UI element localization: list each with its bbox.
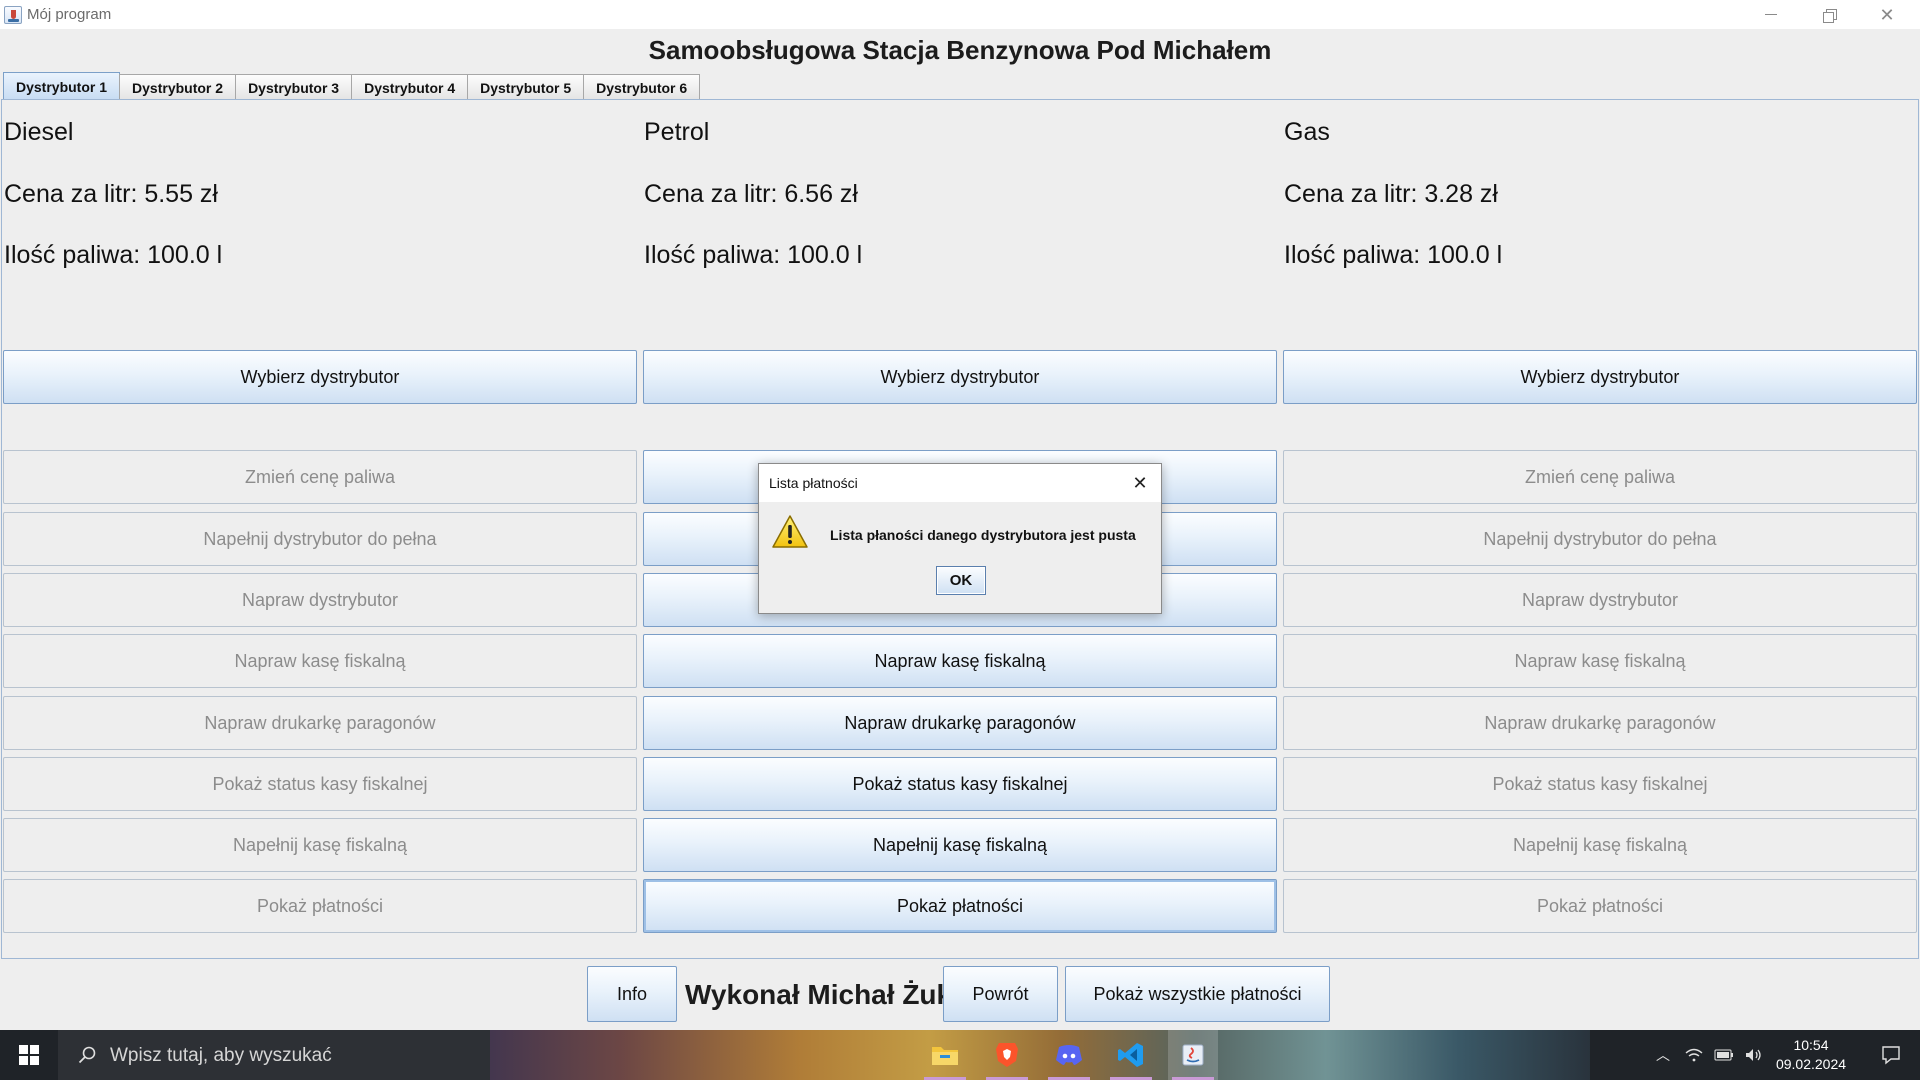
back-button[interactable]: Powrót <box>943 966 1058 1022</box>
fuel-price: Cena za litr: 5.55 zł <box>4 180 218 208</box>
tab-dystrybutor-5[interactable]: Dystrybutor 5 <box>467 74 585 100</box>
payments-dialog: Lista płatności ✕ Lista płaności danego … <box>758 463 1162 614</box>
clock-time: 10:54 <box>1793 1037 1829 1053</box>
restore-icon <box>1823 8 1837 23</box>
taskbar-clock[interactable]: 10:54 09.02.2024 <box>1766 1036 1856 1074</box>
repair-distributor-button[interactable]: Napraw dystrybutor <box>1283 573 1917 627</box>
fuel-name: Petrol <box>644 118 710 146</box>
windows-logo-icon <box>19 1045 39 1065</box>
fuel-column-diesel: Diesel Cena za litr: 5.55 zł Ilość paliw… <box>3 100 637 960</box>
select-distributor-button[interactable]: Wybierz dystrybutor <box>3 350 637 404</box>
minimize-button[interactable] <box>1742 0 1800 29</box>
window-titlebar: Mój program ✕ <box>0 0 1920 29</box>
window-title: Mój program <box>27 6 112 23</box>
clock-date: 09.02.2024 <box>1775 1056 1847 1072</box>
refill-register-button[interactable]: Napełnij kasę fiskalną <box>1283 818 1917 872</box>
fuel-amount: Ilość paliwa: 100.0 l <box>4 241 223 269</box>
author-label: Wykonał Michał Żuk <box>685 979 953 1010</box>
change-price-button[interactable]: Zmień cenę paliwa <box>1283 450 1917 504</box>
taskbar-search[interactable]: Wpisz tutaj, aby wyszukać <box>58 1030 490 1080</box>
java-icon[interactable] <box>1168 1030 1218 1080</box>
start-button[interactable] <box>0 1030 58 1080</box>
taskbar-wallpaper <box>490 1030 1590 1080</box>
show-payments-button[interactable]: Pokaż płatności <box>3 879 637 933</box>
ok-button[interactable]: OK <box>936 566 986 595</box>
tab-dystrybutor-1[interactable]: Dystrybutor 1 <box>3 72 121 100</box>
register-status-button[interactable]: Pokaż status kasy fiskalnej <box>1283 757 1917 811</box>
tray-expand-icon[interactable]: ︿ <box>1650 1030 1676 1080</box>
taskbar: Wpisz tutaj, aby wyszukać ︿ 10:54 09.02.… <box>0 1030 1920 1080</box>
minimize-icon <box>1765 14 1777 15</box>
repair-printer-button[interactable]: Napraw drukarkę paragonów <box>3 696 637 750</box>
repair-cash-register-button[interactable]: Napraw kasę fiskalną <box>1283 634 1917 688</box>
close-window-button[interactable]: ✕ <box>1858 0 1916 29</box>
tab-dystrybutor-2[interactable]: Dystrybutor 2 <box>119 74 237 100</box>
notification-center-button[interactable] <box>1866 1030 1916 1080</box>
wifi-icon[interactable] <box>1681 1030 1707 1080</box>
restore-button[interactable] <box>1800 0 1858 29</box>
close-icon: ✕ <box>1132 472 1148 493</box>
discord-icon[interactable] <box>1044 1030 1094 1080</box>
show-payments-button[interactable]: Pokaż płatności <box>1283 879 1917 933</box>
repair-distributor-button[interactable]: Napraw dystrybutor <box>3 573 637 627</box>
refill-register-button[interactable]: Napełnij kasę fiskalną <box>3 818 637 872</box>
fuel-price: Cena za litr: 6.56 zł <box>644 180 858 208</box>
vscode-icon[interactable] <box>1106 1030 1156 1080</box>
brave-browser-icon[interactable] <box>982 1030 1032 1080</box>
select-distributor-button[interactable]: Wybierz dystrybutor <box>643 350 1277 404</box>
file-explorer-icon[interactable] <box>920 1030 970 1080</box>
info-button[interactable]: Info <box>587 966 677 1022</box>
change-price-button[interactable]: Zmień cenę paliwa <box>3 450 637 504</box>
register-status-button[interactable]: Pokaż status kasy fiskalnej <box>643 757 1277 811</box>
refill-distributor-button[interactable]: Napełnij dystrybutor do pełna <box>3 512 637 566</box>
close-icon: ✕ <box>1879 4 1895 25</box>
show-payments-button[interactable]: Pokaż płatności <box>643 879 1277 933</box>
warning-icon <box>772 515 808 548</box>
fuel-price: Cena za litr: 3.28 zł <box>1284 180 1498 208</box>
app-content: Samoobsługowa Stacja Benzynowa Pod Micha… <box>0 29 1920 1030</box>
repair-cash-register-button[interactable]: Napraw kasę fiskalną <box>3 634 637 688</box>
dialog-close-button[interactable]: ✕ <box>1125 468 1155 498</box>
search-icon <box>78 1046 96 1064</box>
volume-icon[interactable] <box>1741 1030 1767 1080</box>
refill-distributor-button[interactable]: Napełnij dystrybutor do pełna <box>1283 512 1917 566</box>
show-all-payments-button[interactable]: Pokaż wszystkie płatności <box>1065 966 1330 1022</box>
battery-icon[interactable] <box>1711 1030 1737 1080</box>
tab-dystrybutor-6[interactable]: Dystrybutor 6 <box>583 74 701 100</box>
repair-printer-button[interactable]: Napraw drukarkę paragonów <box>643 696 1277 750</box>
tab-dystrybutor-4[interactable]: Dystrybutor 4 <box>351 74 469 100</box>
refill-register-button[interactable]: Napełnij kasę fiskalną <box>643 818 1277 872</box>
fuel-name: Diesel <box>4 118 74 146</box>
search-placeholder: Wpisz tutaj, aby wyszukać <box>110 1045 332 1066</box>
dialog-titlebar: Lista płatności ✕ <box>759 464 1161 502</box>
repair-cash-register-button[interactable]: Napraw kasę fiskalną <box>643 634 1277 688</box>
notification-icon <box>1882 1046 1900 1065</box>
dialog-message: Lista płaności danego dystrybutora jest … <box>830 527 1136 543</box>
fuel-name: Gas <box>1284 118 1330 146</box>
fuel-amount: Ilość paliwa: 100.0 l <box>644 241 863 269</box>
page-title: Samoobsługowa Stacja Benzynowa Pod Micha… <box>648 35 1272 65</box>
fuel-column-gas: Gas Cena za litr: 3.28 zł Ilość paliwa: … <box>1283 100 1917 960</box>
select-distributor-button[interactable]: Wybierz dystrybutor <box>1283 350 1917 404</box>
dialog-title: Lista płatności <box>769 475 858 491</box>
tab-dystrybutor-3[interactable]: Dystrybutor 3 <box>235 74 353 100</box>
java-app-icon <box>4 6 22 24</box>
register-status-button[interactable]: Pokaż status kasy fiskalnej <box>3 757 637 811</box>
repair-printer-button[interactable]: Napraw drukarkę paragonów <box>1283 696 1917 750</box>
distributor-tabs: Dystrybutor 1 Dystrybutor 2 Dystrybutor … <box>3 72 701 100</box>
fuel-amount: Ilość paliwa: 100.0 l <box>1284 241 1503 269</box>
